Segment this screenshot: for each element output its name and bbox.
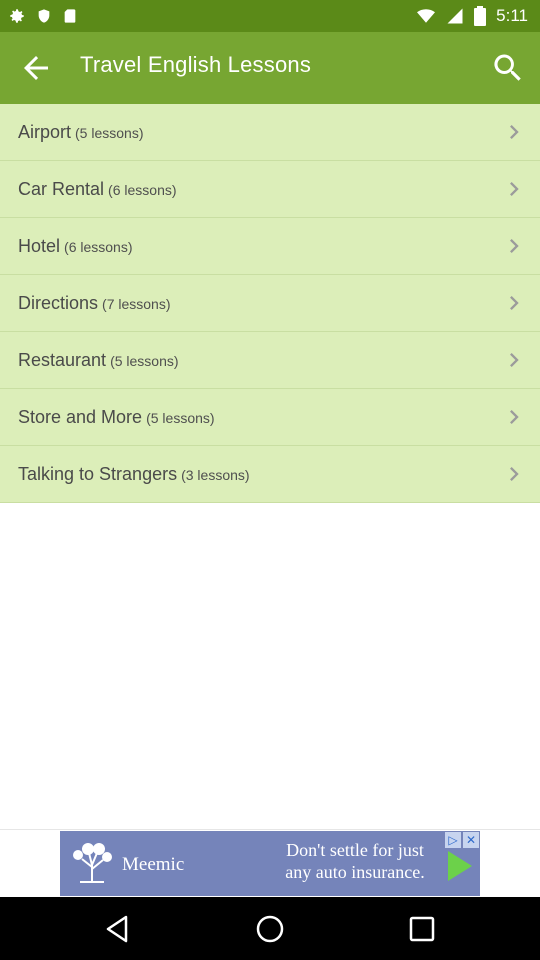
app-bar: Travel English Lessons [0, 32, 540, 104]
list-item-talking-to-strangers[interactable]: Talking to Strangers (3 lessons) [0, 446, 540, 503]
status-bar: 5:11 [0, 0, 540, 32]
navigation-bar [0, 897, 540, 960]
ad-text: Don't settle for just any auto insurance… [260, 839, 450, 883]
lesson-name: Airport [18, 122, 72, 142]
ad-close-icon[interactable]: ✕ [463, 832, 479, 848]
list-item-hotel[interactable]: Hotel (6 lessons) [0, 218, 540, 275]
ad-banner[interactable]: Meemic Don't settle for just any auto in… [60, 831, 480, 896]
chevron-right-icon [510, 239, 519, 253]
status-time: 5:11 [496, 6, 528, 25]
sd-card-icon [64, 9, 76, 23]
recents-square-icon[interactable] [406, 913, 438, 945]
lesson-count: (5 lessons) [75, 125, 144, 141]
list-item-airport[interactable]: Airport (5 lessons) [0, 104, 540, 161]
list-item-store-and-more[interactable]: Store and More (5 lessons) [0, 389, 540, 446]
lesson-count: (3 lessons) [181, 467, 250, 483]
chevron-right-icon [510, 125, 519, 139]
home-circle-icon[interactable] [254, 913, 286, 945]
ad-choices[interactable]: ▷ ✕ [445, 832, 479, 848]
lesson-count: (7 lessons) [102, 296, 171, 312]
lesson-list: Airport (5 lessons) Car Rental (6 lessons)… [0, 104, 540, 503]
search-button[interactable] [490, 50, 526, 86]
chevron-right-icon [510, 353, 519, 367]
list-item-directions[interactable]: Directions (7 lessons) [0, 275, 540, 332]
lesson-name: Hotel [18, 236, 61, 256]
search-icon [494, 54, 521, 81]
lesson-count: (6 lessons) [108, 182, 177, 198]
lesson-name: Directions [18, 293, 99, 313]
ad-divider [0, 829, 540, 830]
list-item-car-rental[interactable]: Car Rental (6 lessons) [0, 161, 540, 218]
chevron-right-icon [510, 182, 519, 196]
ad-line-2: any auto insurance. [285, 862, 425, 882]
tree-logo-icon [73, 843, 112, 883]
lesson-name: Store and More [18, 407, 143, 427]
back-button[interactable] [18, 50, 54, 86]
lesson-name: Restaurant [18, 350, 107, 370]
chevron-right-icon [510, 410, 519, 424]
ad-brand: Meemic [122, 854, 185, 875]
shield-icon [38, 9, 50, 23]
lesson-name: Car Rental [18, 179, 105, 199]
battery-icon [474, 6, 487, 26]
lesson-count: (5 lessons) [110, 353, 179, 369]
play-arrow-icon [448, 851, 472, 881]
list-item-restaurant[interactable]: Restaurant (5 lessons) [0, 332, 540, 389]
lesson-count: (5 lessons) [146, 410, 215, 426]
ad-info-icon[interactable]: ▷ [445, 832, 461, 848]
chevron-right-icon [510, 467, 519, 481]
back-triangle-icon[interactable] [102, 913, 134, 945]
arrow-back-icon [24, 56, 48, 80]
wifi-icon [417, 9, 436, 23]
signal-icon [447, 8, 463, 24]
chevron-right-icon [510, 296, 519, 310]
ad-line-1: Don't settle for just [286, 840, 424, 860]
page-title: Travel English Lessons [80, 52, 312, 77]
settings-icon [10, 9, 24, 23]
lesson-count: (6 lessons) [64, 239, 133, 255]
lesson-name: Talking to Strangers [18, 464, 178, 484]
